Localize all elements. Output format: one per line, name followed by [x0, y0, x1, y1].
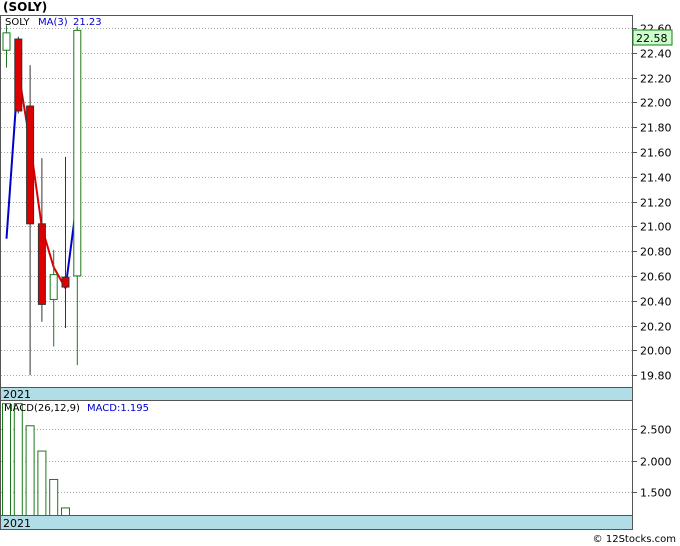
- macd-tick-label: 2.000: [640, 456, 672, 469]
- macd-tick-label: 1.500: [640, 487, 672, 500]
- price-tick-label: 21.60: [640, 147, 672, 160]
- year-bar-price: [0, 387, 633, 401]
- price-tick-label: 20.00: [640, 345, 672, 358]
- price-tick-label: 21.20: [640, 197, 672, 210]
- symbol-title: (SOLY): [3, 0, 47, 14]
- macd-axis: 2.500 2.000 1.500: [632, 424, 672, 500]
- price-tick-label: 22.00: [640, 97, 672, 110]
- price-tick-label: 19.80: [640, 370, 672, 383]
- price-tick-label: 20.40: [640, 296, 672, 309]
- price-tick-label: 22.20: [640, 73, 672, 86]
- year-bar-macd: [0, 515, 633, 530]
- macd-bar: [13, 403, 23, 516]
- macd-bar: [49, 478, 59, 517]
- ma-label: MA(3): [38, 17, 68, 28]
- candle-body: [26, 105, 35, 225]
- macd-bar: [61, 507, 70, 516]
- macd-bar: [25, 425, 35, 516]
- candle-body: [49, 274, 58, 300]
- candle-body: [14, 38, 23, 112]
- candle-body: [37, 223, 46, 305]
- macd-panel-frame: [0, 400, 633, 516]
- price-tick-label: 20.60: [640, 271, 672, 284]
- candle: [14, 36, 23, 114]
- macd-bar: [2, 403, 11, 516]
- ticker-label: SOLY: [5, 17, 30, 28]
- price-tick-label: 20.80: [640, 246, 672, 259]
- ma-value: 21.23: [73, 17, 102, 28]
- price-axis: 22.6022.4022.2022.0021.8021.6021.4021.20…: [632, 23, 672, 383]
- price-tick-label: 21.40: [640, 172, 672, 185]
- macd-value: MACD:1.195: [87, 403, 149, 414]
- macd-tick-label: 2.500: [640, 424, 672, 437]
- macd-bar: [37, 450, 47, 516]
- candle-body: [2, 32, 11, 51]
- year-label-macd: 2021: [3, 517, 31, 530]
- stock-chart: 22.6022.4022.2022.0021.8021.6021.4021.20…: [0, 0, 676, 545]
- price-panel-frame: [0, 15, 633, 388]
- copyright-text: © 12Stocks.com: [593, 534, 676, 545]
- candle-body: [61, 276, 70, 288]
- price-tick-label: 20.20: [640, 321, 672, 334]
- price-tick-label: 21.80: [640, 122, 672, 135]
- price-tick-label: 22.40: [640, 48, 672, 61]
- candle-body: [73, 29, 82, 277]
- year-label-price: 2021: [3, 388, 31, 401]
- macd-label: MACD(26,12,9): [4, 403, 80, 414]
- price-tick-label: 21.00: [640, 221, 672, 234]
- last-price-label: 22.58: [636, 32, 668, 45]
